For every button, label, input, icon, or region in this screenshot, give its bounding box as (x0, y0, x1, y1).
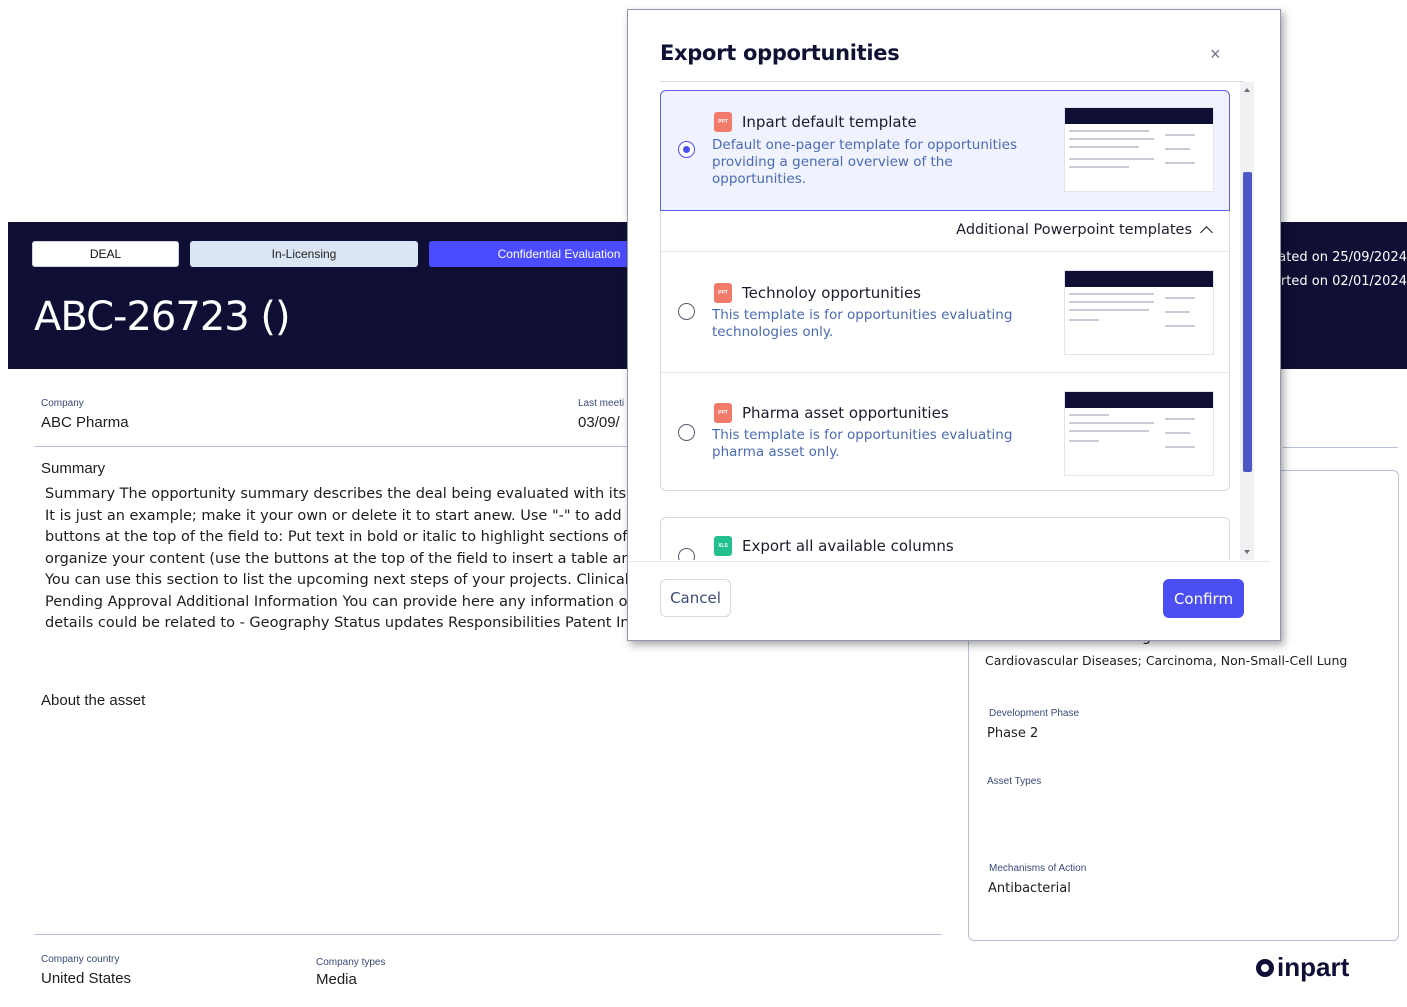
ppt-file-icon: PPT (714, 403, 732, 423)
moa-label: Mechanisms of Action (989, 863, 1087, 874)
scroll-down-icon[interactable] (1244, 550, 1250, 554)
moa-value: Antibacterial (988, 881, 1071, 896)
template-name: Pharma asset opportunities (742, 404, 949, 422)
template-description: This template is for opportunities evalu… (712, 307, 1013, 340)
export-all-name: Export all available columns (742, 537, 954, 555)
started-date: tarted on 02/01/2024 (1267, 274, 1407, 289)
template-group: PPT Inpart default template Default one-… (660, 90, 1230, 491)
summary-line: organize your content (use the buttons a… (45, 550, 640, 567)
modal-body: Export opportunities × PPT Inpart defaul… (628, 10, 1270, 640)
modal-title-divider (660, 81, 1244, 82)
radio-selected[interactable] (678, 141, 695, 158)
close-icon[interactable]: × (1210, 44, 1221, 65)
deal-type-pill[interactable]: DEAL (32, 241, 179, 267)
cancel-button[interactable]: Cancel (660, 579, 731, 617)
company-label: Company (41, 398, 84, 409)
template-description: Default one-pager template for opportuni… (712, 137, 1018, 187)
divider (34, 446, 634, 447)
deal-title: ABC-26723 () (34, 294, 291, 340)
ppt-file-icon: PPT (714, 112, 732, 132)
template-thumbnail (1064, 391, 1214, 476)
template-name: Inpart default template (742, 113, 917, 131)
updated-date: dated on 25/09/2024 (1270, 250, 1407, 265)
logo-mark-icon (1256, 958, 1274, 977)
modal-scrollbar[interactable] (1240, 82, 1254, 560)
template-name: Technoloy opportunities (742, 284, 921, 302)
xls-file-icon: XLS (714, 536, 732, 556)
development-phase-label: Development Phase (989, 708, 1080, 719)
modal-footer-divider (628, 561, 1270, 562)
licensing-pill[interactable]: In-Licensing (190, 241, 418, 267)
template-option-pharma[interactable]: PPT Pharma asset opportunities This temp… (661, 373, 1229, 491)
inpart-logo: inpart (1256, 952, 1349, 983)
template-scroll-area[interactable]: PPT Inpart default template Default one-… (660, 90, 1231, 560)
divider (34, 934, 942, 935)
chevron-up-icon (1200, 226, 1213, 239)
ppt-file-icon: PPT (714, 283, 732, 303)
last-meeting-label: Last meeti (578, 398, 625, 409)
summary-line: buttons at the top of the field to: Put … (45, 529, 628, 545)
summary-line: Summary The opportunity summary describe… (45, 486, 639, 502)
scroll-thumb[interactable] (1243, 172, 1252, 472)
company-types-value: Media (316, 971, 357, 988)
template-thumbnail (1064, 270, 1214, 355)
company-value: ABC Pharma (41, 414, 129, 431)
radio-unselected[interactable] (678, 303, 695, 320)
development-phase-value: Phase 2 (987, 726, 1039, 741)
template-thumbnail (1064, 107, 1214, 192)
template-description: This template is for opportunities evalu… (712, 427, 1013, 460)
additional-templates-toggle[interactable]: Additional Powerpoint templates (956, 222, 1213, 239)
scroll-up-icon[interactable] (1244, 88, 1250, 92)
radio-unselected[interactable] (678, 424, 695, 441)
company-country-value: United States (41, 970, 132, 987)
summary-line: details could be related to - Geography … (45, 615, 644, 631)
summary-title: Summary (41, 460, 106, 477)
summary-line: Pending Approval Additional Information … (45, 593, 628, 610)
confirm-button[interactable]: Confirm (1163, 579, 1244, 618)
indications-value: Cardiovascular Diseases; Carcinoma, Non-… (985, 653, 1348, 668)
company-types-label: Company types (316, 957, 386, 968)
export-all-option[interactable]: XLS Export all available columns (660, 517, 1230, 560)
summary-line: It is just an example; make it your own … (45, 507, 636, 524)
company-country-label: Company country (41, 954, 120, 965)
summary-line: You can use this section to list the upc… (45, 572, 640, 588)
modal-title: Export opportunities (660, 41, 900, 65)
asset-types-label: Asset Types (987, 776, 1042, 787)
logo-text: inpart (1277, 952, 1350, 982)
about-asset-title: About the asset (41, 692, 146, 709)
last-meeting-value: 03/09/ (578, 414, 620, 431)
summary-text[interactable]: Summary The opportunity summary describe… (45, 484, 645, 635)
divider (1283, 447, 1398, 448)
export-modal: Export opportunities × PPT Inpart defaul… (627, 9, 1281, 641)
template-option-technology[interactable]: PPT Technoloy opportunities This templat… (661, 252, 1229, 372)
template-option-default[interactable]: PPT Inpart default template Default one-… (660, 90, 1230, 211)
additional-templates-label: Additional Powerpoint templates (956, 222, 1192, 238)
radio-unselected[interactable] (678, 548, 695, 560)
